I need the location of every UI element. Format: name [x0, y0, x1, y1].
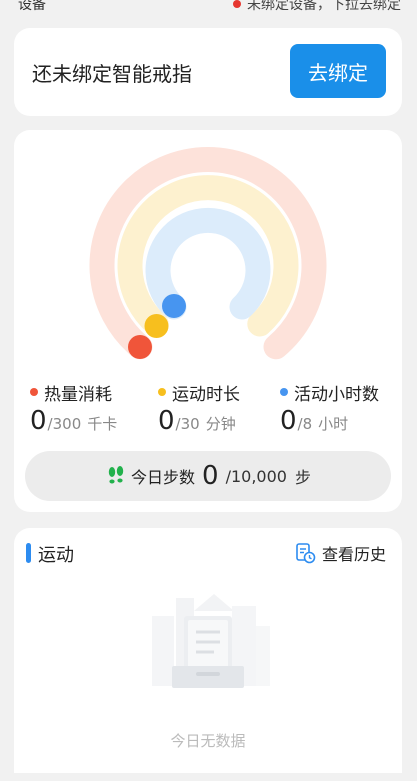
- status-dot-icon: [233, 0, 241, 8]
- exercise-dot-icon: [158, 388, 166, 396]
- activity-goal: /8: [297, 415, 313, 433]
- steps-goal: /10,000: [225, 466, 287, 486]
- calories-goal: /300: [47, 415, 82, 433]
- activity-legend: 活动小时数: [280, 380, 379, 405]
- activity-label: 活动小时数: [294, 384, 379, 405]
- calories-current: 0: [30, 406, 47, 436]
- sport-card: 运动 查看历史 今日无数据: [14, 528, 402, 773]
- sport-section-title: 运动: [38, 545, 74, 566]
- exercise-label: 运动时长: [172, 384, 240, 405]
- top-status-bar: 设备 未绑定设备，下拉去绑定: [0, 0, 417, 13]
- steps-unit: 步: [294, 468, 311, 487]
- exercise-progress-dot: [144, 314, 169, 338]
- calories-value: 0 /300 千卡: [30, 406, 117, 436]
- activity-current: 0: [280, 406, 297, 436]
- exercise-legend: 运动时长: [158, 380, 240, 405]
- activity-progress-dot: [162, 294, 186, 318]
- device-status[interactable]: 未绑定设备，下拉去绑定: [233, 0, 401, 14]
- exercise-goal: /30: [175, 415, 200, 433]
- history-icon: [296, 543, 316, 564]
- activity-dot-icon: [280, 388, 288, 396]
- calories-unit: 千卡: [87, 415, 118, 433]
- calories-label: 热量消耗: [44, 384, 112, 405]
- view-history-button[interactable]: 查看历史: [294, 541, 386, 565]
- activity-unit: 小时: [318, 415, 349, 433]
- daily-steps-pill[interactable]: 今日步数 0 /10,000 步: [25, 451, 391, 501]
- activity-ring-track: [145, 207, 271, 320]
- view-history-label: 查看历史: [321, 545, 386, 564]
- exercise-unit: 分钟: [205, 415, 236, 433]
- steps-current: 0: [202, 461, 219, 491]
- bind-prompt-text: 还未绑定智能戒指: [32, 62, 192, 86]
- footprints-icon: [108, 466, 124, 484]
- bind-ring-card: 还未绑定智能戒指 去绑定: [14, 28, 402, 116]
- calories-legend: 热量消耗: [30, 380, 112, 405]
- calories-dot-icon: [30, 388, 38, 396]
- section-accent-bar: [26, 543, 31, 563]
- activity-value: 0 /8 小时: [280, 406, 348, 436]
- status-left-text: 设备: [18, 0, 46, 13]
- exercise-current: 0: [158, 406, 175, 436]
- steps-label: 今日步数: [131, 468, 196, 487]
- go-bind-button[interactable]: 去绑定: [290, 44, 386, 98]
- empty-data-text: 今日无数据: [170, 732, 246, 750]
- empty-data-illustration: [152, 594, 270, 688]
- activity-rings-chart: [89, 147, 327, 360]
- activity-rings-card: 热量消耗 运动时长 活动小时数 0 /300 千卡 0 /30 分钟 0 /8 …: [14, 130, 402, 512]
- calories-progress-dot: [128, 335, 152, 359]
- exercise-value: 0 /30 分钟: [158, 406, 236, 436]
- device-status-text: 未绑定设备，下拉去绑定: [247, 0, 401, 13]
